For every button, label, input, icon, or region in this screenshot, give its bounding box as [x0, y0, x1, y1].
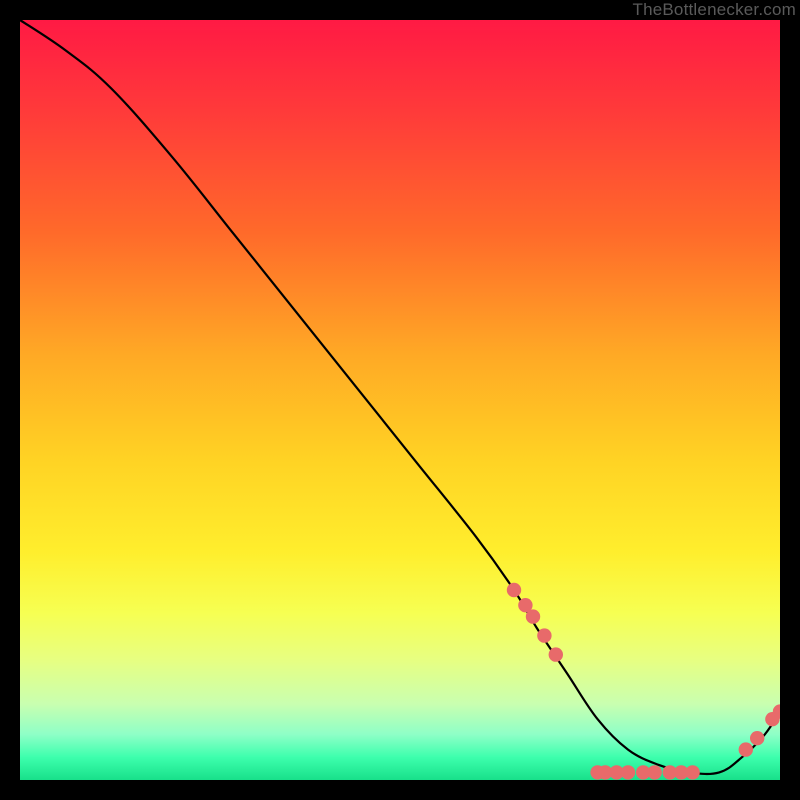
data-marker: [685, 765, 699, 779]
curve-line: [20, 20, 780, 774]
data-marker: [739, 742, 753, 756]
data-marker: [507, 583, 521, 597]
data-marker: [537, 628, 551, 642]
credit-label: TheBottlenecker.com: [633, 0, 797, 20]
data-marker: [647, 765, 661, 779]
chart-overlay: [20, 20, 780, 780]
chart-stage: TheBottlenecker.com: [0, 0, 800, 800]
plot-area: [20, 20, 780, 780]
credit-wrap: TheBottlenecker.com: [633, 0, 797, 20]
data-marker: [621, 765, 635, 779]
data-marker: [526, 609, 540, 623]
data-marker: [549, 647, 563, 661]
curve-markers: [507, 583, 780, 780]
data-marker: [750, 731, 764, 745]
